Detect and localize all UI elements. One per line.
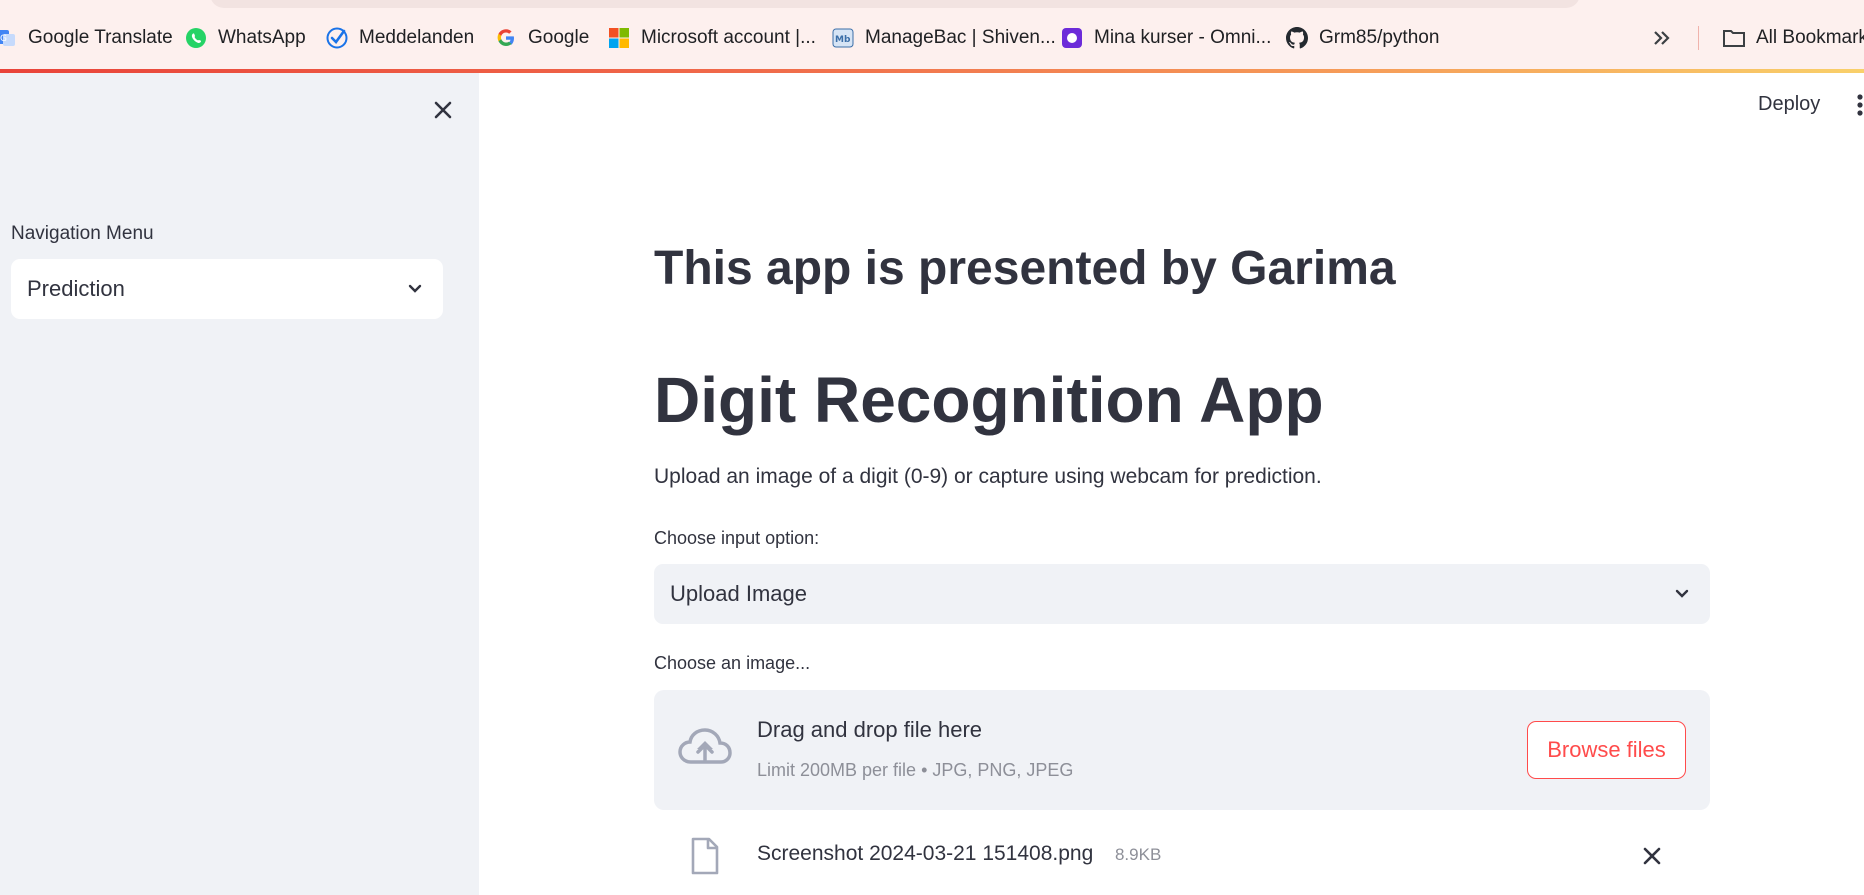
chevron-down-icon — [408, 284, 422, 293]
bookmark-google-translate[interactable]: G Google Translate — [0, 24, 173, 52]
folder-icon — [1722, 26, 1746, 50]
dropzone-limit-text: Limit 200MB per file • JPG, PNG, JPEG — [757, 760, 1074, 780]
input-option-selected-value: Upload Image — [670, 581, 807, 606]
close-icon — [434, 101, 452, 119]
github-icon — [1285, 26, 1309, 50]
svg-text:Mb: Mb — [835, 35, 851, 45]
dropzone-title: Drag and drop file here — [757, 717, 983, 742]
input-option-select[interactable]: Upload Image — [654, 564, 1710, 624]
browse-files-button[interactable]: Browse files — [1527, 721, 1686, 779]
uploaded-file-row: Screenshot 2024-03-21 151408.png 8.9KB — [654, 833, 1710, 883]
bookmark-label: Meddelanden — [359, 27, 475, 48]
bookmark-meddelanden[interactable]: Meddelanden — [325, 24, 474, 52]
app-description: Upload an image of a digit (0-9) or capt… — [654, 465, 1322, 488]
omni-icon — [1060, 26, 1084, 50]
bookmark-microsoft[interactable]: Microsoft account |... — [607, 24, 816, 52]
address-bar-edge[interactable] — [210, 0, 1580, 8]
sidebar: Navigation Menu Prediction — [0, 73, 479, 895]
double-chevron-right-icon[interactable] — [1652, 24, 1672, 55]
managebac-icon: Mb — [831, 26, 855, 50]
deploy-button[interactable]: Deploy — [1758, 93, 1820, 116]
main-content: Deploy This app is presented by Garima D… — [479, 73, 1864, 895]
bookmark-label: Microsoft account |... — [641, 27, 816, 48]
bookmark-whatsapp[interactable]: WhatsApp — [184, 24, 306, 52]
close-sidebar-button[interactable] — [428, 95, 458, 125]
bookmark-omni[interactable]: Mina kurser - Omni... — [1060, 24, 1271, 52]
presented-by-heading: This app is presented by Garima — [654, 242, 1396, 295]
file-icon — [691, 837, 719, 875]
file-dropzone[interactable]: Drag and drop file here Limit 200MB per … — [654, 690, 1710, 810]
nav-menu-label: Navigation Menu — [11, 223, 154, 244]
bookmarks-divider — [1698, 26, 1699, 50]
google-translate-icon: G — [0, 26, 18, 50]
remove-file-button[interactable] — [1641, 845, 1663, 867]
bookmark-label: Mina kurser - Omni... — [1094, 27, 1272, 48]
page-title: Digit Recognition App — [654, 364, 1324, 436]
bookmark-label: WhatsApp — [218, 27, 306, 48]
uploaded-file-name-text: Screenshot 2024-03-21 151408.png — [757, 842, 1094, 865]
bookmark-label: Google — [528, 27, 590, 48]
uploaded-file-size: 8.9KB — [1114, 845, 1162, 864]
nav-menu-select[interactable]: Prediction — [11, 259, 443, 319]
close-icon — [1643, 847, 1661, 865]
nav-menu-selected-value: Prediction — [27, 276, 125, 301]
bookmarks-bar: G Google Translate WhatsApp Meddelanden … — [0, 0, 1864, 73]
google-icon — [494, 26, 518, 50]
checkmark-icon — [325, 26, 349, 50]
microsoft-icon — [607, 26, 631, 50]
bookmark-google[interactable]: Google — [494, 24, 589, 52]
uploaded-file-name: Screenshot 2024-03-21 151408.png 8.9KB — [757, 842, 1161, 866]
uploader-label: Choose an image... — [654, 653, 811, 673]
more-menu-icon[interactable] — [1855, 93, 1864, 119]
svg-text:G: G — [0, 34, 7, 44]
all-bookmarks[interactable]: All Bookmarks — [1722, 24, 1864, 52]
bookmark-github[interactable]: Grm85/python — [1285, 24, 1439, 52]
bookmark-managebac[interactable]: Mb ManageBac | Shiven... — [831, 24, 1056, 52]
whatsapp-icon — [184, 26, 208, 50]
cloud-upload-icon — [678, 728, 732, 764]
bookmark-label: Google Translate — [28, 27, 173, 48]
all-bookmarks-label: All Bookmarks — [1756, 27, 1864, 48]
bookmark-label: Grm85/python — [1319, 27, 1440, 48]
bookmark-label: ManageBac | Shiven... — [865, 27, 1056, 48]
input-option-label: Choose input option: — [654, 528, 820, 548]
chevron-down-icon — [1675, 589, 1689, 598]
